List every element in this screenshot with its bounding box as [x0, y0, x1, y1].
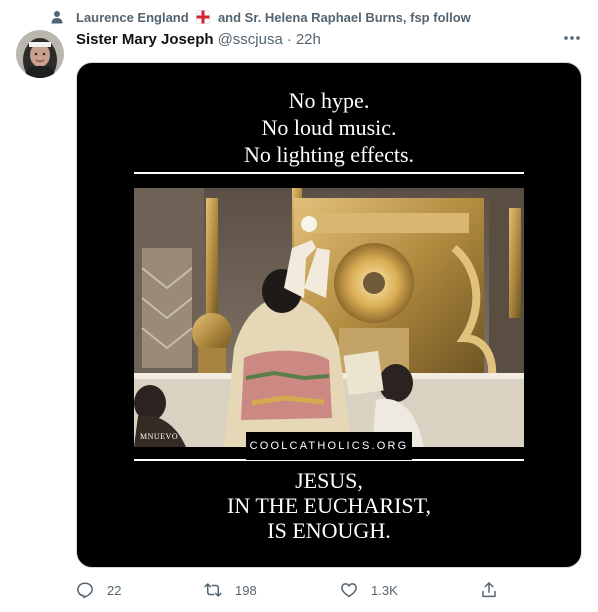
social-context-rest: and Sr. Helena Raphael Burns, fsp follow	[217, 9, 471, 25]
handle[interactable]: @sscjusa	[218, 31, 283, 48]
media-top-caption: No hype. No loud music. No lighting effe…	[77, 87, 581, 168]
retweet-count: 198	[235, 582, 257, 598]
media-top-line: No loud music.	[261, 115, 397, 140]
photo-credit: MNUEVO	[140, 432, 179, 441]
england-flag-icon	[196, 9, 211, 24]
media-bottom-caption: JESUS, IN THE EUCHARIST, IS ENOUGH.	[77, 468, 581, 543]
avatar[interactable]	[16, 30, 64, 78]
media-bottom-line: JESUS,	[295, 468, 363, 493]
media-top-line: No lighting effects.	[243, 142, 415, 167]
social-context-label: Laurence England and Sr. Helena Raphael …	[76, 9, 471, 25]
reply-button[interactable]: 22	[76, 578, 121, 602]
share-button[interactable]	[480, 578, 511, 602]
social-context[interactable]: Laurence England and Sr. Helena Raphael …	[50, 8, 471, 26]
like-button[interactable]: 1.3K	[340, 578, 398, 602]
share-icon	[482, 582, 496, 598]
like-count: 1.3K	[371, 582, 398, 598]
divider	[134, 172, 524, 174]
action-bar: 22 198 1.3K	[76, 578, 516, 602]
reply-icon	[77, 582, 93, 599]
altar-photo: MNUEVO	[134, 188, 524, 447]
timestamp[interactable]: 22h	[296, 31, 321, 48]
more-options-button[interactable]	[560, 28, 584, 48]
tweet-header: Sister Mary Joseph @sscjusa · 22h	[76, 29, 321, 49]
retweet-icon	[204, 583, 222, 597]
retweet-button[interactable]: 198	[204, 578, 257, 602]
site-badge: COOLCATHOLICS.ORG	[246, 432, 412, 460]
media-top-line: No hype.	[288, 88, 370, 113]
display-name[interactable]: Sister Mary Joseph	[76, 31, 214, 48]
person-icon	[51, 11, 63, 24]
social-context-name: Laurence England	[76, 9, 189, 25]
like-icon	[341, 583, 357, 598]
media-bottom-line: IN THE EUCHARIST,	[227, 493, 431, 518]
separator: ·	[286, 30, 292, 48]
reply-count: 22	[107, 582, 122, 598]
media-bottom-line: IS ENOUGH.	[267, 518, 391, 543]
tweet-media[interactable]: No hype. No loud music. No lighting effe…	[76, 62, 582, 568]
more-icon	[564, 36, 580, 40]
